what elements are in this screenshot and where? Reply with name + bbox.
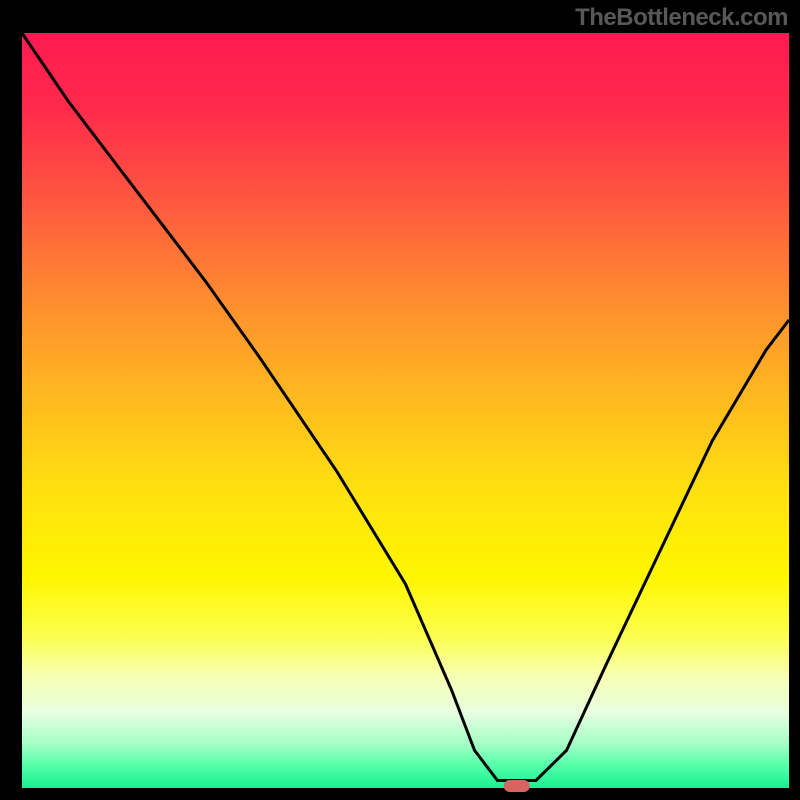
chart-frame: TheBottleneck.com (0, 0, 800, 800)
optimal-marker (504, 780, 530, 792)
plot-background (22, 33, 789, 788)
bottleneck-chart (0, 0, 800, 800)
